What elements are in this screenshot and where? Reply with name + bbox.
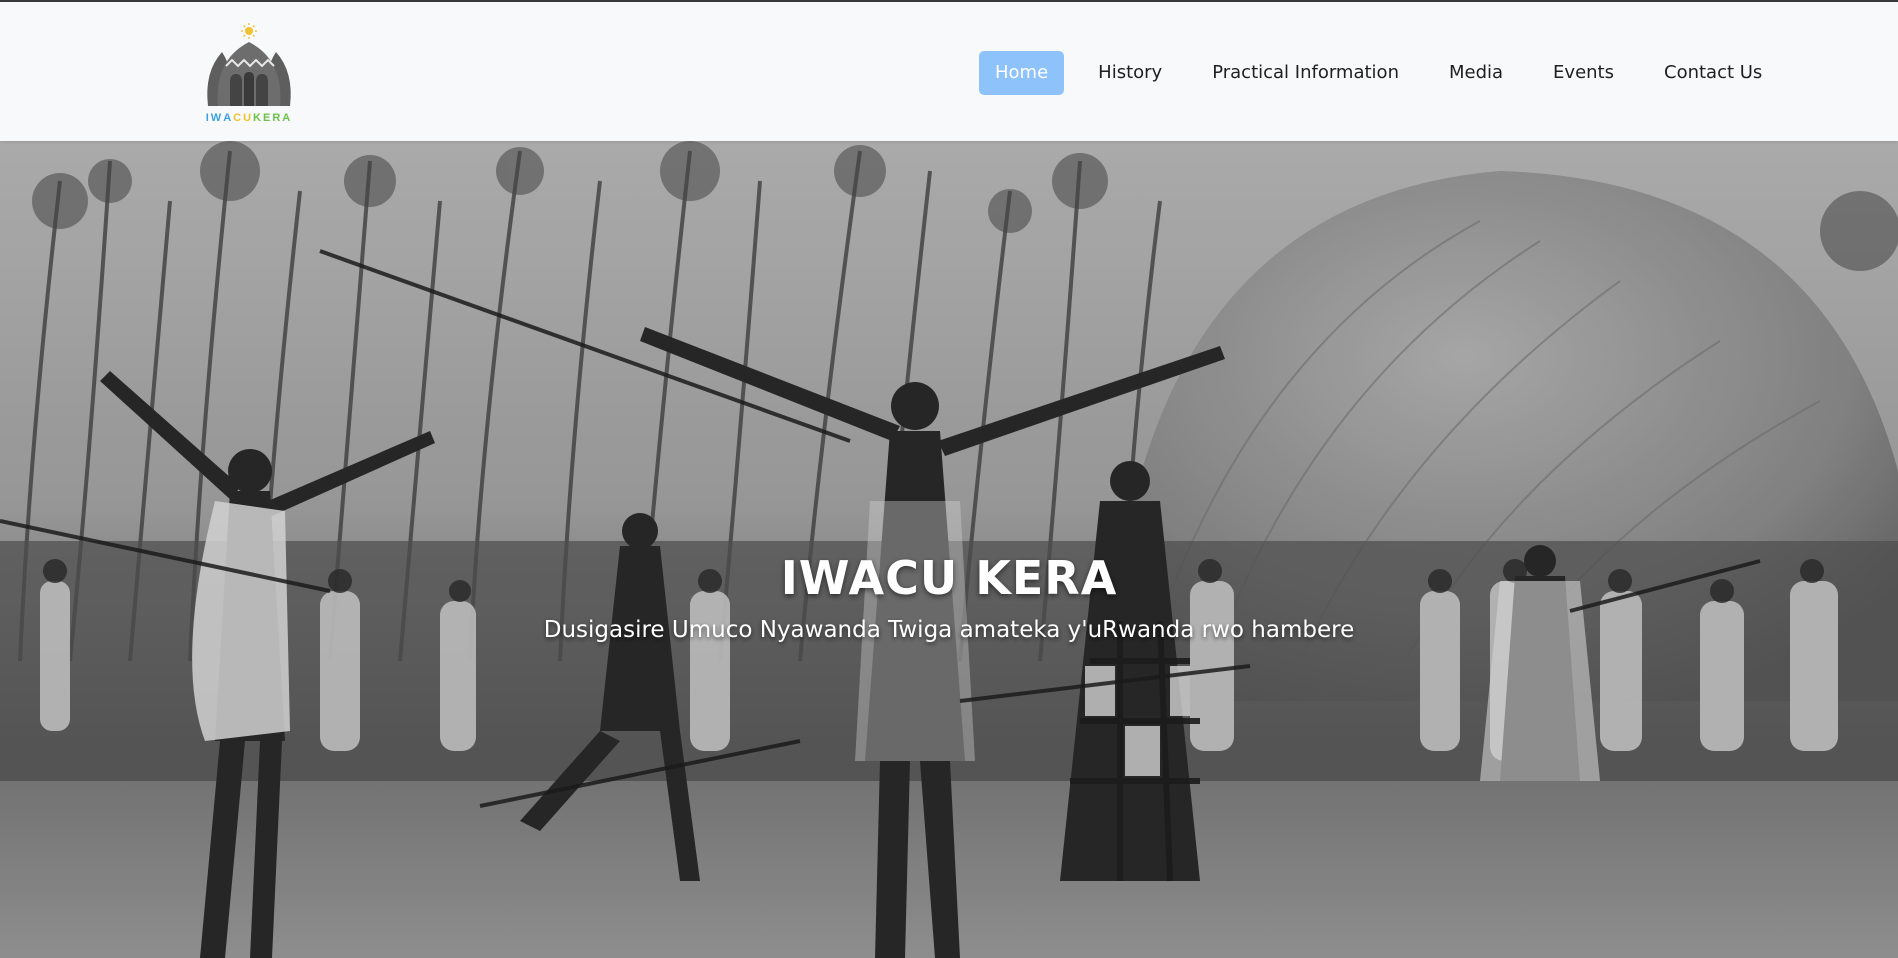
logo-wordmark: IWACUKERA [200,112,298,124]
main-nav: Home History Practical Information Media… [979,50,1794,96]
logo-letter: A [223,112,234,124]
nav-home[interactable]: Home [979,51,1065,95]
logo-letter: R [272,112,283,124]
nav-events[interactable]: Events [1535,51,1632,95]
hut-logo-icon [207,23,291,106]
hero-section: IWACU KERA Dusigasire Umuco Nyawanda Twi… [0,141,1898,958]
nav-media[interactable]: Media [1431,51,1521,95]
logo-letter: C [233,112,244,124]
logo-letter: K [253,112,263,124]
nav-contact-us[interactable]: Contact Us [1646,51,1780,95]
nav-history[interactable]: History [1080,51,1180,95]
brand-logo[interactable]: IWACUKERA [200,22,298,126]
nav-practical-information[interactable]: Practical Information [1194,51,1417,95]
logo-letter: E [263,112,273,124]
logo-letter: A [282,112,293,124]
logo-letter: U [243,112,254,124]
logo-letter: W [210,112,224,124]
navbar: IWACUKERA Home History Practical Informa… [0,2,1898,141]
hero-photo [0,141,1898,958]
hero-title: IWACU KERA [780,551,1118,605]
hero-subtitle: Dusigasire Umuco Nyawanda Twiga amateka … [543,617,1355,643]
